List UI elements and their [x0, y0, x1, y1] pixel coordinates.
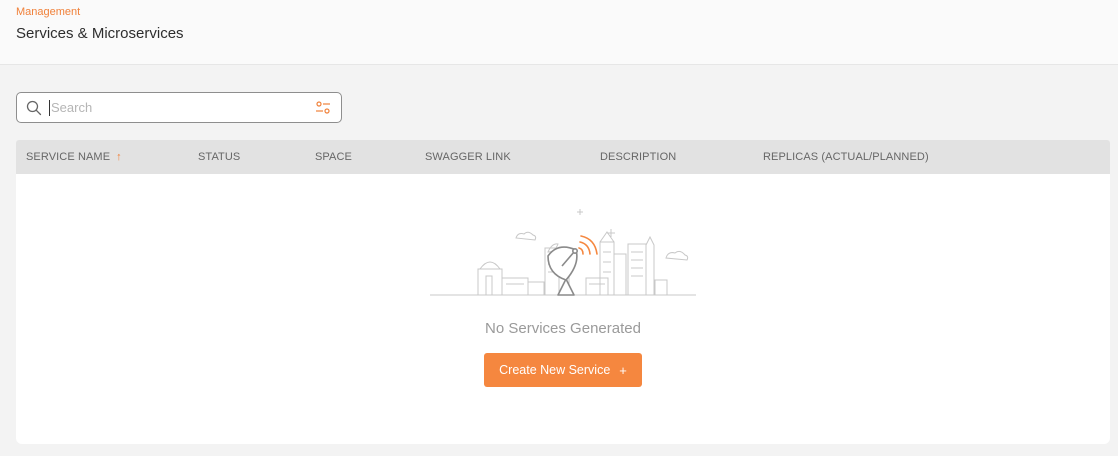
column-label: SERVICE NAME: [26, 151, 111, 163]
filter-settings-icon[interactable]: [315, 100, 331, 116]
empty-state-message: No Services Generated: [485, 320, 641, 337]
table-header: SERVICE NAME ↑ STATUS SPACE SWAGGER LINK …: [16, 140, 1110, 174]
column-header-space[interactable]: SPACE: [315, 151, 352, 163]
satellite-dish-city-icon: [430, 209, 696, 296]
search-box[interactable]: [16, 92, 342, 123]
button-label: Create New Service: [499, 363, 611, 377]
text-cursor: [49, 100, 50, 116]
column-header-description[interactable]: DESCRIPTION: [600, 151, 676, 163]
page-title: Services & Microservices: [16, 25, 184, 42]
table-body-empty: No Services Generated Create New Service…: [16, 174, 1110, 444]
arrow-up-icon[interactable]: ↑: [116, 151, 122, 163]
column-header-status[interactable]: STATUS: [198, 151, 240, 163]
column-header-replicas[interactable]: REPLICAS (ACTUAL/PLANNED): [763, 151, 929, 163]
breadcrumb[interactable]: Management: [16, 6, 80, 18]
column-header-swagger-link[interactable]: SWAGGER LINK: [425, 151, 511, 163]
search-icon: [26, 100, 42, 116]
column-header-service-name[interactable]: SERVICE NAME ↑: [26, 151, 122, 163]
page-header: Management Services & Microservices: [0, 0, 1118, 65]
create-new-service-button[interactable]: Create New Service +: [484, 353, 642, 387]
plus-icon: +: [619, 362, 627, 378]
search-input[interactable]: [51, 96, 301, 119]
